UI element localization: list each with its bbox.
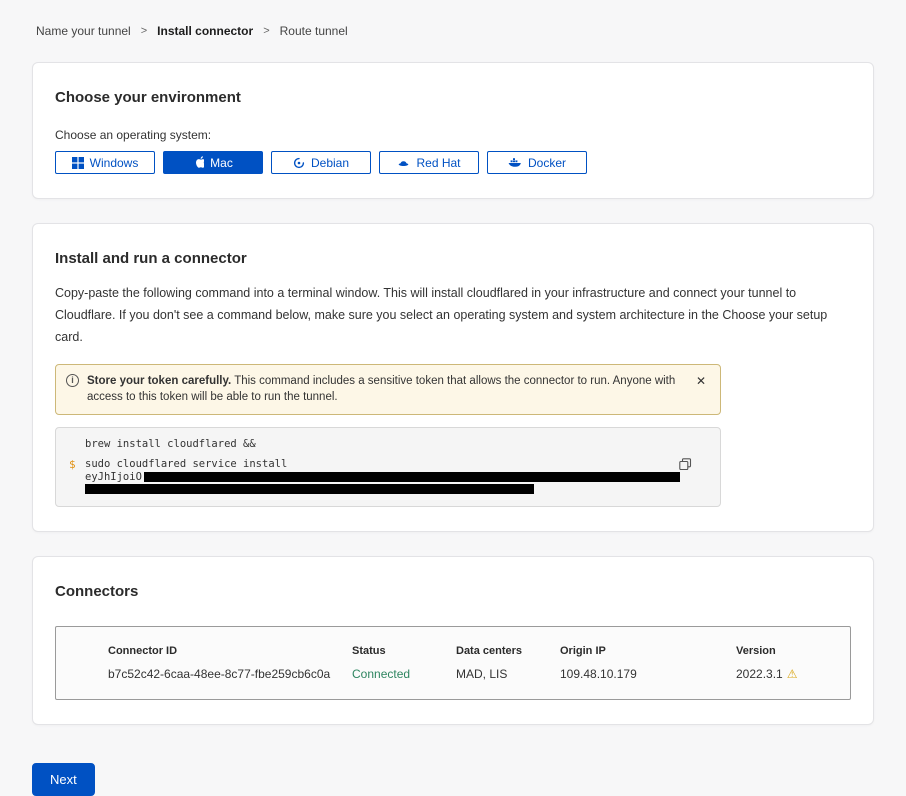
- install-card-title: Install and run a connector: [55, 250, 851, 267]
- status-badge: Connected: [352, 667, 456, 681]
- os-button-mac[interactable]: Mac: [163, 151, 263, 174]
- breadcrumb-step-install-connector[interactable]: Install connector: [157, 24, 253, 38]
- os-button-label: Windows: [90, 156, 139, 170]
- breadcrumb: Name your tunnel > Install connector > R…: [32, 0, 874, 38]
- breadcrumb-step-route-tunnel[interactable]: Route tunnel: [280, 24, 348, 38]
- breadcrumb-separator: >: [141, 25, 147, 37]
- table-row: b7c52c42-6caa-48ee-8c77-fbe259cb6c0a Con…: [108, 667, 850, 681]
- version-value: 2022.3.1: [736, 667, 783, 681]
- code-line-2: sudo cloudflared service install: [85, 458, 680, 471]
- redacted-token-bar: [85, 484, 534, 494]
- os-button-debian[interactable]: Debian: [271, 151, 371, 174]
- connectors-card: Connectors Connector ID Status Data cent…: [32, 556, 874, 725]
- windows-icon: [72, 157, 84, 169]
- column-header-data-centers: Data centers: [456, 645, 560, 657]
- apple-icon: [193, 156, 204, 169]
- breadcrumb-separator: >: [263, 25, 269, 37]
- column-header-status: Status: [352, 645, 456, 657]
- os-button-label: Mac: [210, 156, 233, 170]
- cell-data-centers: MAD, LIS: [456, 667, 560, 681]
- os-button-label: Red Hat: [416, 156, 460, 170]
- token-prefix: eyJhIjoiO: [85, 471, 142, 483]
- environment-card: Choose your environment Choose an operat…: [32, 62, 874, 199]
- redacted-token-bar: [144, 472, 680, 482]
- copy-icon[interactable]: [677, 456, 694, 476]
- page-container: Name your tunnel > Install connector > R…: [32, 0, 874, 796]
- column-header-origin-ip: Origin IP: [560, 645, 736, 657]
- environment-card-title: Choose your environment: [55, 89, 851, 106]
- cell-connector-id: b7c52c42-6caa-48ee-8c77-fbe259cb6c0a: [108, 667, 352, 681]
- os-button-label: Debian: [311, 156, 349, 170]
- install-command-codeblock: $ brew install cloudflared && sudo cloud…: [55, 427, 721, 507]
- code-line-1: brew install cloudflared &&: [85, 438, 680, 451]
- cell-version: 2022.3.1 ⚠: [736, 667, 850, 681]
- os-select-label: Choose an operating system:: [55, 128, 851, 142]
- next-button[interactable]: Next: [32, 763, 95, 796]
- os-button-docker[interactable]: Docker: [487, 151, 587, 174]
- connectors-table: Connector ID Status Data centers Origin …: [55, 626, 851, 700]
- docker-icon: [508, 157, 522, 169]
- os-button-windows[interactable]: Windows: [55, 151, 155, 174]
- breadcrumb-step-name-tunnel[interactable]: Name your tunnel: [36, 24, 131, 38]
- os-button-group: Windows Mac Debian Red Hat: [55, 151, 851, 174]
- close-icon[interactable]: ✕: [694, 374, 708, 388]
- column-header-version: Version: [736, 645, 850, 657]
- warning-icon: ⚠: [787, 667, 798, 681]
- os-button-redhat[interactable]: Red Hat: [379, 151, 479, 174]
- debian-icon: [293, 157, 305, 169]
- redhat-icon: [397, 157, 410, 169]
- connectors-card-title: Connectors: [55, 583, 851, 600]
- cell-origin-ip: 109.48.10.179: [560, 667, 736, 681]
- install-card-description: Copy-paste the following command into a …: [55, 283, 851, 349]
- column-header-connector-id: Connector ID: [108, 645, 352, 657]
- code-token-line: eyJhIjoiO: [85, 471, 680, 483]
- token-warning-title: Store your token carefully.: [87, 375, 231, 387]
- token-warning-banner: i Store your token carefully. This comma…: [55, 364, 721, 415]
- token-warning-text: Store your token carefully. This command…: [87, 373, 686, 406]
- os-button-label: Docker: [528, 156, 566, 170]
- info-icon: i: [66, 374, 79, 387]
- shell-prompt: $: [69, 458, 76, 471]
- table-header-row: Connector ID Status Data centers Origin …: [108, 645, 850, 657]
- install-connector-card: Install and run a connector Copy-paste t…: [32, 223, 874, 532]
